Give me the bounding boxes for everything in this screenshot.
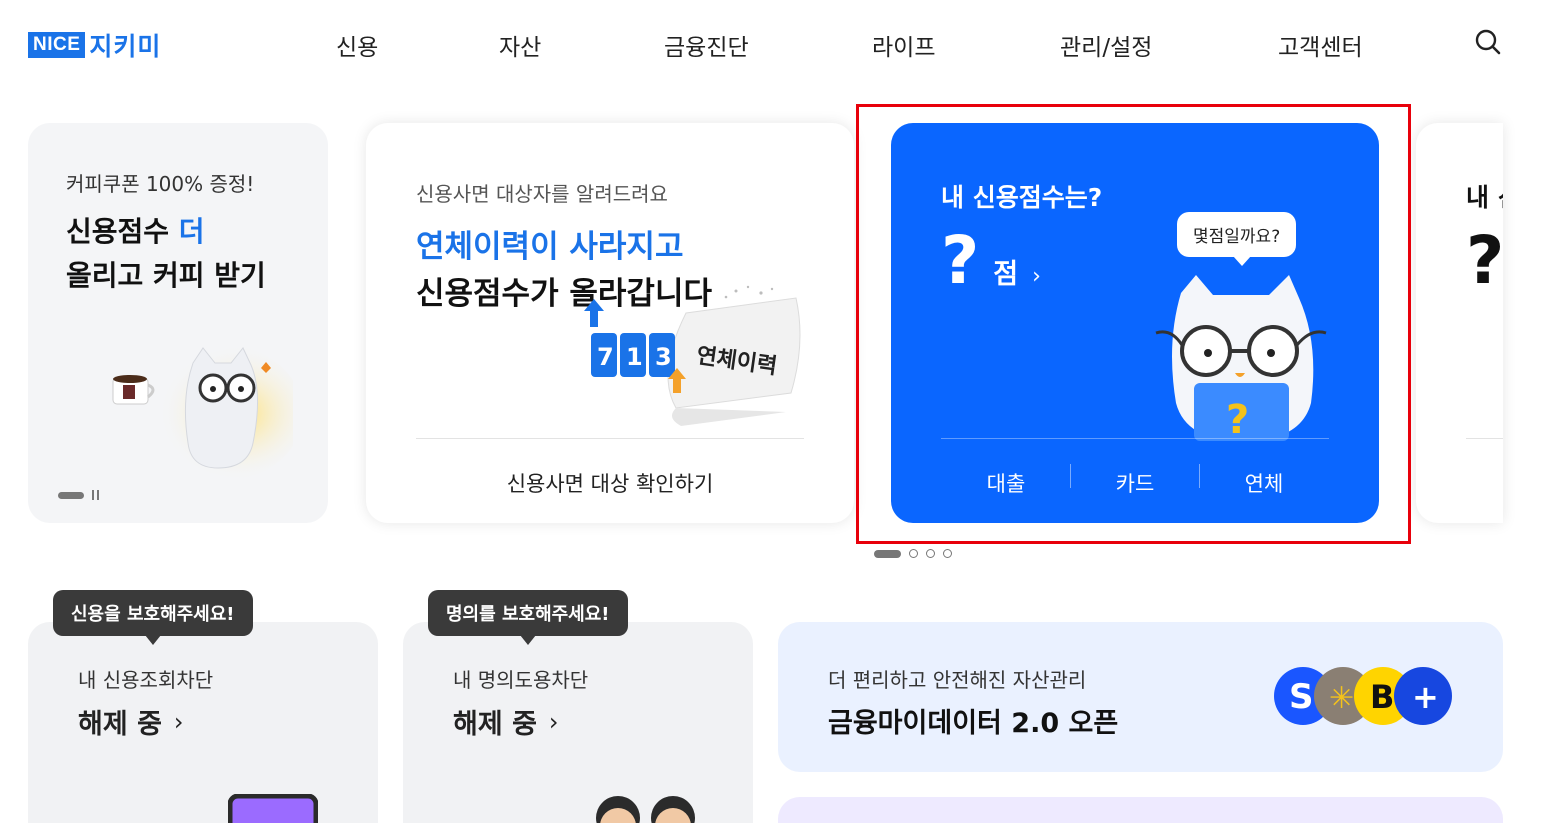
carousel-pager xyxy=(874,549,952,558)
nav-life[interactable]: 라이프 xyxy=(872,28,935,62)
credit-lock-tooltip: 신용을 보호해주세요! xyxy=(53,590,253,645)
mydata-banner[interactable]: 더 편리하고 안전해진 자산관리 금융마이데이터 2.0 오픈 S ✳ B + xyxy=(778,622,1503,772)
nav-credit[interactable]: 신용 xyxy=(336,28,378,62)
coffee-title-part1: 신용점수 xyxy=(66,215,179,248)
bank-badge-plus: + xyxy=(1412,678,1439,716)
highlight-box xyxy=(856,104,1411,544)
nav-assets[interactable]: 자산 xyxy=(499,28,541,62)
mydata-subtitle: 더 편리하고 안전해진 자산관리 xyxy=(828,668,1087,692)
coffee-card-title: 신용점수 더 올리고 커피 받기 xyxy=(66,210,266,298)
chevron-right-icon: › xyxy=(548,707,559,736)
amnesty-subtitle: 신용사면 대상자를 알려드려요 xyxy=(416,182,668,206)
pager-dot[interactable] xyxy=(926,549,935,558)
purple-banner-partial[interactable] xyxy=(778,797,1503,823)
identity-lock-status-text: 해제 중 xyxy=(453,709,537,740)
credit-lock-illustration xyxy=(227,793,319,823)
bank-badge-s: S xyxy=(1289,677,1314,717)
pager-dot[interactable] xyxy=(909,549,918,558)
top-header: NICE 지키미 신용 자산 금융진단 라이프 관리/설정 고객센터 xyxy=(0,0,1551,86)
pager-active-bar xyxy=(58,491,84,499)
credit-lock-status[interactable]: 해제 중 › xyxy=(78,702,184,741)
logo-badge: NICE xyxy=(28,32,86,58)
amnesty-divider xyxy=(416,438,804,439)
nav-customer-center[interactable]: 고객센터 xyxy=(1278,28,1363,62)
next-card-divider xyxy=(1466,438,1503,439)
nav-management-settings[interactable]: 관리/설정 xyxy=(1060,28,1152,62)
credit-amnesty-card[interactable]: 신용사면 대상자를 알려드려요 연체이력이 사라지고 신용점수가 올라갑니다 연… xyxy=(366,123,854,523)
next-card-score: ? xyxy=(1466,222,1503,299)
illus-digit-3: 3 xyxy=(655,343,672,371)
nav-financial-diagnosis[interactable]: 금융진단 xyxy=(664,28,749,62)
identity-lock-card[interactable]: 내 명의도용차단 해제 중 › xyxy=(403,622,753,823)
search-icon[interactable] xyxy=(1474,28,1504,58)
coffee-title-highlight: 더 xyxy=(178,215,205,248)
identity-lock-tooltip: 명의를 보호해주세요! xyxy=(428,590,628,645)
pager-dot[interactable] xyxy=(943,549,952,558)
pager-active-bar[interactable] xyxy=(874,549,901,558)
illus-digit-2: 1 xyxy=(626,343,643,371)
mydata-title: 금융마이데이터 2.0 오픈 xyxy=(828,708,1119,739)
amnesty-illustration: 연체이력 7 1 3 xyxy=(576,283,806,433)
identity-lock-illustration xyxy=(593,792,703,823)
identity-lock-status[interactable]: 해제 중 › xyxy=(453,702,559,741)
next-card-partial[interactable]: 내 신 ? xyxy=(1416,123,1503,523)
coffee-coupon-card[interactable]: 커피쿠폰 100% 증정! 신용점수 더 올리고 커피 받기 xyxy=(28,123,328,523)
coffee-card-pager xyxy=(58,490,102,500)
credit-lock-subtitle: 내 신용조회차단 xyxy=(78,668,214,692)
amnesty-title-line1: 연체이력이 사라지고 xyxy=(416,229,684,265)
mascot-coffee-illustration xyxy=(103,343,303,483)
bank-badge-b: B xyxy=(1370,678,1394,716)
illus-digit-1: 7 xyxy=(597,343,614,371)
logo-text: 지키미 xyxy=(89,32,162,61)
bank-icons-group: S ✳ B + xyxy=(1273,666,1455,728)
pause-icon[interactable] xyxy=(92,490,102,500)
chevron-right-icon: › xyxy=(173,707,184,736)
coffee-card-subtitle: 커피쿠폰 100% 증정! xyxy=(66,172,255,196)
nice-jikimi-logo[interactable]: NICE 지키미 xyxy=(28,27,161,63)
svg-text:✳: ✳ xyxy=(1329,681,1354,716)
amnesty-check-link[interactable]: 신용사면 대상 확인하기 xyxy=(366,468,854,498)
credit-lock-status-text: 해제 중 xyxy=(78,709,162,740)
identity-lock-subtitle: 내 명의도용차단 xyxy=(453,668,589,692)
coffee-title-line2: 올리고 커피 받기 xyxy=(66,259,266,292)
credit-lock-card[interactable]: 내 신용조회차단 해제 중 › xyxy=(28,622,378,823)
next-card-title: 내 신 xyxy=(1466,183,1503,212)
